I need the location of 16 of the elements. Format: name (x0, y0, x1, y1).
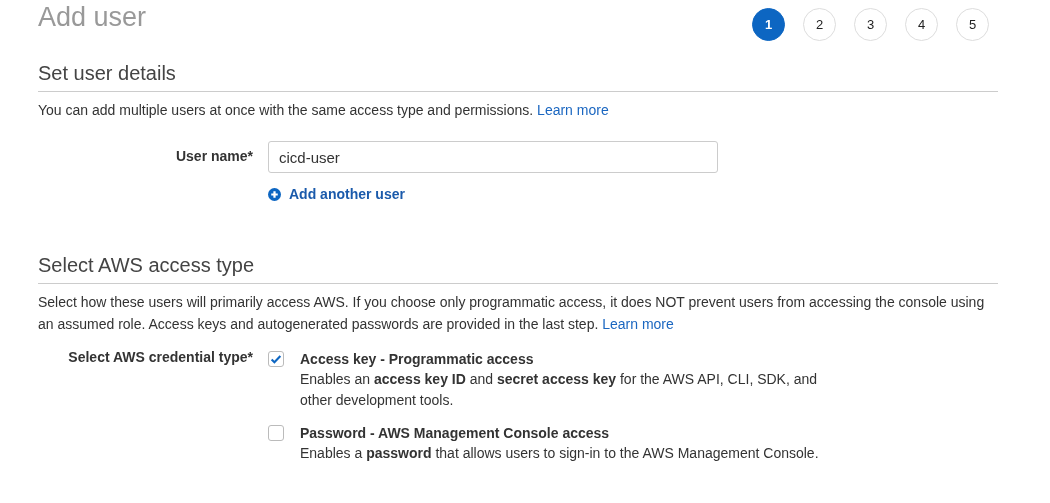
option-title: Access key - Programmatic access (300, 350, 535, 369)
learn-more-link[interactable]: Learn more (602, 316, 674, 332)
section-heading: Set user details (38, 62, 998, 92)
section-description: You can add multiple users at once with the same access type and permissions. Learn more (38, 101, 610, 120)
section-description: Select how these users will primarily access AWS. If you choose only programmatic access, it does NOT prevent users from accessing the console using an assumed role. Access keys and autogenerated passwords are provided in the last step. Learn more (38, 293, 986, 334)
option-description: Enables a password that allows users to sign-in to the AWS Management Console. (300, 444, 820, 463)
section-heading: Select AWS access type (38, 254, 998, 284)
page-title: Add user (38, 2, 147, 33)
user-name-field[interactable]: cicd-user (268, 141, 718, 173)
add-another-user-link[interactable]: Add another user (268, 186, 405, 202)
option-title: Password - AWS Management Console access (300, 424, 611, 443)
step-indicator[interactable]: 1 (752, 8, 785, 41)
learn-more-link[interactable]: Learn more (537, 102, 609, 118)
field-label: User name* (174, 147, 254, 166)
field-label: Select AWS credential type* (67, 349, 254, 367)
option-description: Enables an access key ID and secret access key for the AWS API, CLI, SDK, and other development tools. (300, 370, 819, 410)
